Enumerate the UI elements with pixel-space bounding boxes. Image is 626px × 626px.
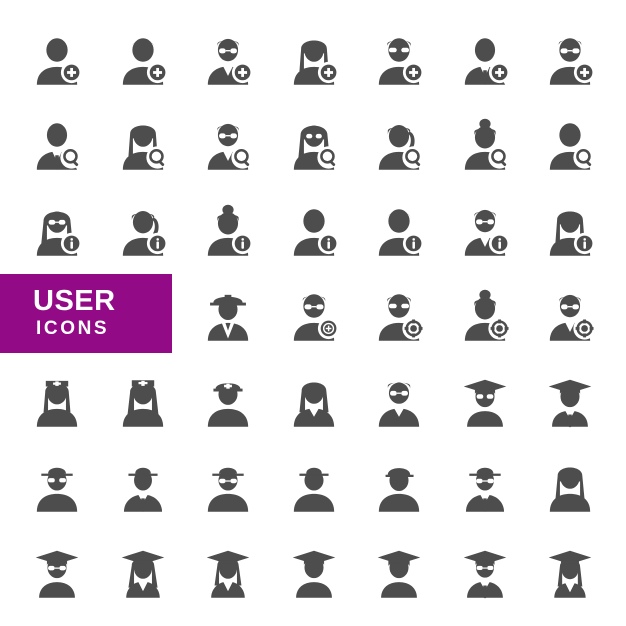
user-plain-info-icon-glyph — [293, 209, 340, 256]
user-ponytail-info-icon[interactable] — [100, 187, 186, 273]
man-cap-plain-icon-glyph — [378, 468, 420, 512]
doctor-glasses-stethoscope-icon[interactable] — [356, 358, 442, 444]
graduate-plain-icon-glyph — [292, 550, 336, 598]
man-hat-plain-icon[interactable] — [271, 443, 357, 529]
user-suit-tie-search-icon[interactable] — [14, 101, 100, 187]
banner-title: USER — [33, 285, 116, 317]
user-glasses-suit-settings-icon[interactable] — [527, 272, 613, 358]
graduate-glasses-tie-icon-glyph — [463, 550, 507, 599]
user-glasses-suit-search-icon[interactable] — [185, 101, 271, 187]
user-glasses-add-circle-icon-glyph — [293, 294, 340, 341]
user-long-hair-add-icon[interactable] — [271, 16, 357, 102]
user-suit-tie-search-icon-glyph — [36, 123, 83, 170]
user-mustache-add-icon-glyph — [378, 38, 425, 85]
user-ponytail-info-icon-glyph — [122, 210, 169, 256]
user-ponytail-search-icon-glyph — [378, 124, 425, 170]
graduate-short-hair-icon-glyph — [377, 550, 421, 598]
nurse-cap-long-hair-icon-glyph — [122, 380, 164, 427]
user-long-hair-search-icon[interactable] — [100, 101, 186, 187]
graduate-woman-long-hair-icon[interactable] — [100, 529, 186, 615]
graduate-short-hair-icon[interactable] — [356, 529, 442, 615]
medic-cap-icon-glyph — [207, 383, 249, 427]
user-short-hair-info-icon-glyph — [378, 209, 425, 256]
doctor-stethoscope-icon[interactable] — [271, 358, 357, 444]
user-long-hair-info-icon-glyph — [549, 211, 596, 256]
user-hardhat-icon-glyph — [207, 294, 249, 341]
user-bun-info-icon-glyph — [207, 204, 254, 256]
banner-subtitle: ICONS — [36, 318, 110, 339]
graduate-woman-hair-icon-glyph — [206, 550, 250, 598]
user-suit-tie-add-icon[interactable] — [442, 16, 528, 102]
graduate-suit-icon-glyph — [548, 379, 592, 428]
user-glasses-add-circle-icon[interactable] — [271, 272, 357, 358]
user-short-hair-info-icon[interactable] — [356, 187, 442, 273]
graduate-glasses-icon[interactable] — [14, 529, 100, 615]
user-bun-search-icon[interactable] — [442, 101, 528, 187]
user-short-hair-add-icon[interactable] — [100, 16, 186, 102]
doctor-glasses-stethoscope-icon-glyph — [378, 382, 420, 427]
user-plain-search-icon-glyph — [549, 123, 596, 170]
user-woman-glasses-info-icon[interactable] — [14, 187, 100, 273]
nurse-cap-icon[interactable] — [14, 358, 100, 444]
user-long-hair-search-icon-glyph — [122, 125, 169, 170]
graduate-woman-hair-icon[interactable] — [185, 529, 271, 615]
user-long-hair-info-icon[interactable] — [527, 187, 613, 273]
man-hat-suit-icon-glyph — [123, 467, 163, 512]
user-bun-search-icon-glyph — [464, 118, 511, 170]
user-mustache-add-icon[interactable] — [356, 16, 442, 102]
graduate-suit-icon[interactable] — [527, 358, 613, 444]
user-glasses-add-icon[interactable] — [527, 16, 613, 102]
woman-hair-mustache-icon[interactable] — [527, 443, 613, 529]
medic-cap-icon[interactable] — [185, 358, 271, 444]
man-cap-plain-icon[interactable] — [356, 443, 442, 529]
user-glasses-suit-search-icon-glyph — [207, 123, 254, 170]
graduate-glasses-icon-glyph — [35, 550, 79, 598]
user-woman-glasses-info-icon-glyph — [36, 211, 83, 256]
user-glasses-add-icon-glyph — [549, 38, 596, 85]
user-woman-long-hair-search-icon[interactable] — [271, 101, 357, 187]
man-hat-glasses-icon[interactable] — [185, 443, 271, 529]
user-plain-search-icon[interactable] — [527, 101, 613, 187]
user-plain-info-icon[interactable] — [271, 187, 357, 273]
user-hardhat-icon[interactable] — [185, 272, 271, 358]
title-banner: USER ICONS — [0, 274, 172, 353]
user-bun-settings-icon[interactable] — [442, 272, 528, 358]
graduate-woman-gown-icon[interactable] — [527, 529, 613, 615]
graduate-woman-gown-icon-glyph — [548, 550, 592, 598]
nurse-cap-long-hair-icon[interactable] — [100, 358, 186, 444]
user-mustache-settings-icon[interactable] — [356, 272, 442, 358]
user-glasses-suit-info-icon[interactable] — [442, 187, 528, 273]
man-hat-glasses-icon-glyph — [207, 467, 249, 512]
man-hat-mustache-icon[interactable] — [14, 443, 100, 529]
user-bun-settings-icon-glyph — [464, 289, 511, 341]
user-plain-add-icon-glyph — [36, 38, 83, 85]
user-long-hair-add-icon-glyph — [293, 40, 340, 85]
graduate-plain-icon[interactable] — [271, 529, 357, 615]
man-hat-plain-icon-glyph — [293, 467, 335, 512]
user-glasses-suit-settings-icon-glyph — [549, 294, 596, 341]
man-hat-suit-icon[interactable] — [100, 443, 186, 529]
graduate-mustache-icon-glyph — [463, 379, 507, 427]
woman-hair-mustache-icon-glyph — [549, 467, 591, 512]
graduate-glasses-tie-icon[interactable] — [442, 529, 528, 615]
user-woman-long-hair-search-icon-glyph — [293, 125, 340, 170]
doctor-stethoscope-icon-glyph — [293, 382, 335, 427]
man-hat-glasses-tie-icon-glyph — [465, 467, 505, 512]
nurse-cap-icon-glyph — [36, 380, 78, 427]
user-glasses-suit-add-icon[interactable] — [185, 16, 271, 102]
user-bun-info-icon[interactable] — [185, 187, 271, 273]
user-suit-tie-add-icon-glyph — [464, 38, 511, 85]
user-glasses-suit-add-icon-glyph — [207, 38, 254, 85]
man-hat-mustache-icon-glyph — [36, 467, 78, 512]
user-glasses-suit-info-icon-glyph — [464, 209, 511, 256]
user-short-hair-add-icon-glyph — [122, 38, 169, 85]
user-plain-add-icon[interactable] — [14, 16, 100, 102]
man-hat-glasses-tie-icon[interactable] — [442, 443, 528, 529]
graduate-woman-long-hair-icon-glyph — [121, 550, 165, 598]
graduate-mustache-icon[interactable] — [442, 358, 528, 444]
user-ponytail-search-icon[interactable] — [356, 101, 442, 187]
user-mustache-settings-icon-glyph — [378, 294, 425, 341]
